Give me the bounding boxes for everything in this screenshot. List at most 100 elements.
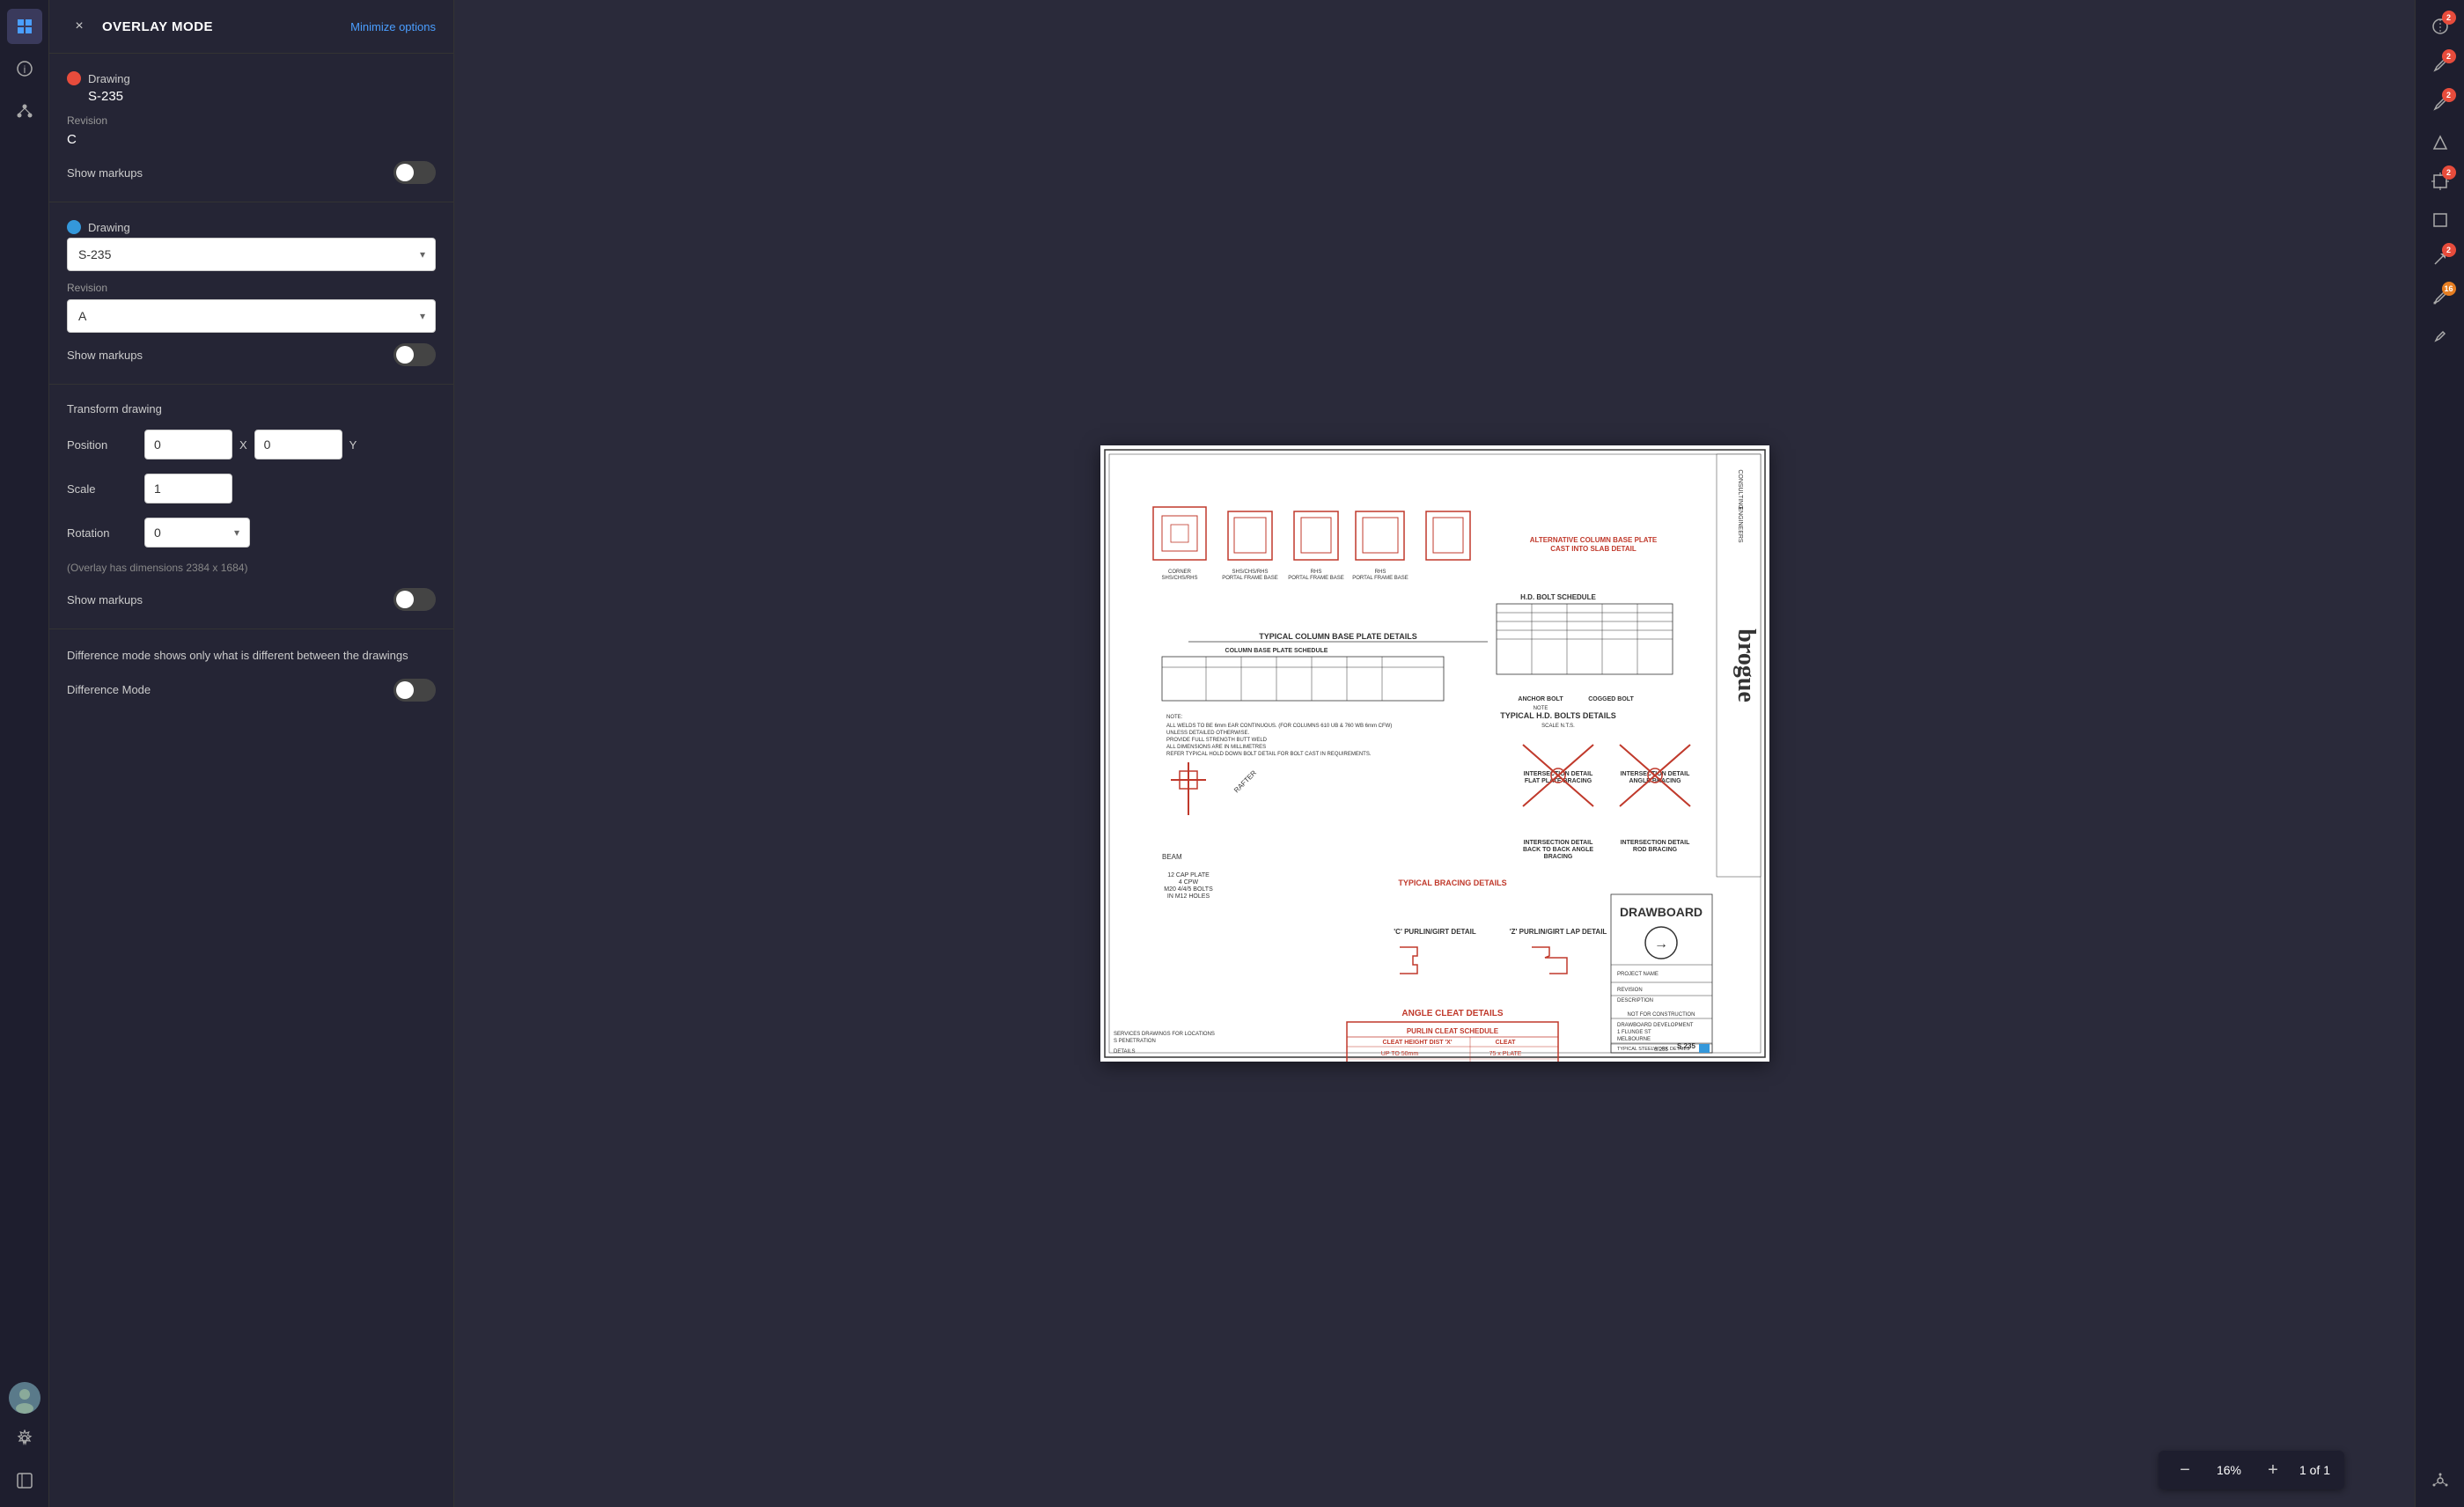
nodes-icon[interactable] xyxy=(7,93,42,129)
zoom-out-button[interactable]: − xyxy=(2173,1458,2197,1482)
svg-text:COGGED BOLT: COGGED BOLT xyxy=(1588,696,1634,702)
page-indicator: 1 of 1 xyxy=(2299,1463,2330,1477)
info-icon[interactable]: i xyxy=(7,51,42,86)
svg-text:PURLIN CLEAT SCHEDULE: PURLIN CLEAT SCHEDULE xyxy=(1406,1027,1498,1035)
right-toolbar: 2 2 2 2 xyxy=(2415,0,2464,1507)
drawing2-revision-wrapper: A B C xyxy=(67,299,436,333)
right-tool-pencil2[interactable]: 2 xyxy=(2423,86,2458,121)
right-tool-pencil1[interactable]: 2 xyxy=(2423,48,2458,83)
right-tool-marker[interactable] xyxy=(2423,319,2458,354)
help-icon[interactable] xyxy=(7,1463,42,1498)
grid-icon[interactable] xyxy=(7,9,42,44)
drawing2-markups-toggle[interactable] xyxy=(394,343,436,366)
svg-text:BACK TO BACK ANGLE: BACK TO BACK ANGLE xyxy=(1522,847,1592,853)
svg-text:INTERSECTION DETAIL: INTERSECTION DETAIL xyxy=(1620,840,1690,846)
svg-text:S.235: S.235 xyxy=(1654,1048,1668,1053)
drawing1-revision-value: C xyxy=(67,132,436,147)
scale-input[interactable] xyxy=(144,474,232,504)
right-tool-settings[interactable]: 2 xyxy=(2423,9,2458,44)
overlay-header: × OVERLAY MODE Minimize options xyxy=(49,0,453,54)
svg-text:'Z' PURLIN/GIRT LAP DETAIL: 'Z' PURLIN/GIRT LAP DETAIL xyxy=(1509,928,1607,936)
svg-text:INTERSECTION DETAIL: INTERSECTION DETAIL xyxy=(1523,840,1593,846)
drawing2-show-markups-row: Show markups xyxy=(67,343,436,366)
svg-text:4 CPW: 4 CPW xyxy=(1178,879,1198,886)
rotation-label: Rotation xyxy=(67,526,137,540)
svg-text:ROD BRACING: ROD BRACING xyxy=(1632,847,1677,853)
transform-section: Transform drawing Position X Y Scale Rot… xyxy=(49,385,453,629)
zoom-level: 16% xyxy=(2211,1463,2247,1477)
svg-text:TYPICAL BRACING DETAILS: TYPICAL BRACING DETAILS xyxy=(1398,878,1506,887)
difference-mode-row: Difference Mode xyxy=(67,679,436,702)
drawing-canvas[interactable]: brogue CONSULTING ENGINEERS TYPICAL COLU… xyxy=(454,0,2415,1507)
svg-text:NOT FOR CONSTRUCTION: NOT FOR CONSTRUCTION xyxy=(1627,1012,1695,1018)
drawing1-markups-toggle[interactable] xyxy=(394,161,436,184)
svg-text:ALTERNATIVE COLUMN BASE PLATE: ALTERNATIVE COLUMN BASE PLATE xyxy=(1529,536,1657,544)
svg-text:12 CAP PLATE: 12 CAP PLATE xyxy=(1167,872,1210,878)
svg-text:REVISION: REVISION xyxy=(1617,988,1643,993)
svg-text:→: → xyxy=(1654,937,1668,952)
svg-text:H.D. BOLT SCHEDULE: H.D. BOLT SCHEDULE xyxy=(1520,593,1596,601)
svg-text:PROJECT NAME: PROJECT NAME xyxy=(1617,972,1659,977)
drawing2-color-dot xyxy=(67,220,81,234)
rotation-select[interactable]: 0 90 180 270 xyxy=(144,518,250,548)
right-tool-pen[interactable]: 16 xyxy=(2423,280,2458,315)
difference-mode-toggle[interactable] xyxy=(394,679,436,702)
difference-toggle-knob xyxy=(396,681,414,699)
svg-text:ANGLE BRACING: ANGLE BRACING xyxy=(1629,778,1681,784)
svg-text:ANGLE CLEAT DETAILS: ANGLE CLEAT DETAILS xyxy=(1401,1009,1504,1018)
minimize-link[interactable]: Minimize options xyxy=(350,20,436,33)
svg-text:FLAT PLATE BRACING: FLAT PLATE BRACING xyxy=(1524,778,1592,784)
tool5-badge: 2 xyxy=(2442,243,2456,257)
drawing2-toggle-knob xyxy=(396,346,414,364)
svg-text:ALL DIMENSIONS ARE IN MILLIMET: ALL DIMENSIONS ARE IN MILLIMETRES xyxy=(1166,745,1266,750)
drawing2-select-wrapper: S-235 xyxy=(67,238,436,271)
svg-text:SERVICES DRAWINGS FOR LOCATION: SERVICES DRAWINGS FOR LOCATIONS xyxy=(1114,1032,1215,1037)
svg-text:UP TO 50mm: UP TO 50mm xyxy=(1380,1051,1418,1057)
settings-icon[interactable] xyxy=(7,1421,42,1456)
rotation-row: Rotation 0 90 180 270 xyxy=(67,518,436,548)
drawing2-show-markups-label: Show markups xyxy=(67,349,143,362)
tool4-badge: 2 xyxy=(2442,165,2456,180)
transform-markups-toggle[interactable] xyxy=(394,588,436,611)
right-tool-arrow[interactable]: 2 xyxy=(2423,241,2458,276)
drawing1-show-markups-label: Show markups xyxy=(67,166,143,180)
drawing2-select[interactable]: S-235 xyxy=(67,238,436,271)
svg-text:CLEAT HEIGHT DIST 'X': CLEAT HEIGHT DIST 'X' xyxy=(1382,1040,1452,1046)
zoom-in-button[interactable]: + xyxy=(2261,1458,2285,1482)
drawing2-label: Drawing xyxy=(67,220,436,234)
right-tool-network[interactable] xyxy=(2423,1463,2458,1498)
drawing1-toggle-knob xyxy=(396,164,414,181)
close-button[interactable]: × xyxy=(67,14,92,39)
svg-text:UNLESS DETAILED OTHERWISE.: UNLESS DETAILED OTHERWISE. xyxy=(1166,731,1249,736)
svg-text:TYPICAL H.D. BOLTS DETAILS: TYPICAL H.D. BOLTS DETAILS xyxy=(1500,711,1616,720)
drawing-image: brogue CONSULTING ENGINEERS TYPICAL COLU… xyxy=(1100,445,1769,1062)
svg-text:'C' PURLIN/GIRT DETAIL: 'C' PURLIN/GIRT DETAIL xyxy=(1394,928,1476,936)
scale-label: Scale xyxy=(67,482,137,496)
svg-text:NOTE:: NOTE: xyxy=(1166,715,1183,720)
difference-description: Difference mode shows only what is diffe… xyxy=(67,647,436,665)
right-tool-crosshair[interactable]: 2 xyxy=(2423,164,2458,199)
drawing1-label: Drawing xyxy=(67,71,436,85)
position-y-input[interactable] xyxy=(254,430,342,459)
svg-text:CLEAT: CLEAT xyxy=(1495,1040,1516,1046)
right-tool-shape[interactable] xyxy=(2423,125,2458,160)
position-label: Position xyxy=(67,438,137,452)
transform-show-markups-label: Show markups xyxy=(67,593,143,606)
tool6-badge: 16 xyxy=(2442,282,2456,296)
drawing1-color-dot xyxy=(67,71,81,85)
main-content: brogue CONSULTING ENGINEERS TYPICAL COLU… xyxy=(454,0,2415,1507)
svg-text:brogue: brogue xyxy=(1732,629,1760,702)
transform-title: Transform drawing xyxy=(67,402,436,415)
transform-note: (Overlay has dimensions 2384 x 1684) xyxy=(67,562,436,574)
svg-text:CAST INTO SLAB DETAIL: CAST INTO SLAB DETAIL xyxy=(1550,545,1637,553)
drawing1-revision-label: Revision xyxy=(67,114,436,127)
right-tool-square[interactable] xyxy=(2423,202,2458,238)
svg-text:i: i xyxy=(23,63,26,76)
drawing2-revision-select[interactable]: A B C xyxy=(67,299,436,333)
user-avatar[interactable] xyxy=(9,1382,40,1414)
y-axis-label: Y xyxy=(349,438,357,452)
svg-text:S.235: S.235 xyxy=(1677,1042,1695,1050)
svg-text:PORTAL FRAME BASE: PORTAL FRAME BASE xyxy=(1288,576,1344,581)
position-x-input[interactable] xyxy=(144,430,232,459)
overlay-panel: × OVERLAY MODE Minimize options Drawing … xyxy=(49,0,454,1507)
